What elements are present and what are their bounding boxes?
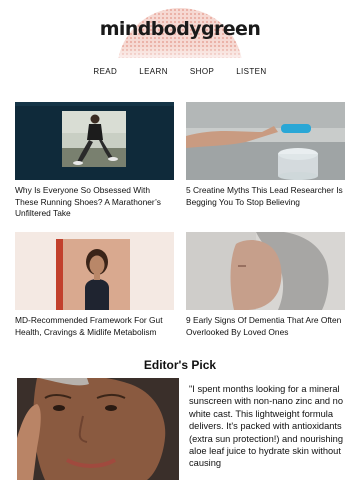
main-nav: READ LEARN SHOP LISTEN: [0, 67, 360, 76]
article-title[interactable]: MD-Recommended Framework For Gut Health,…: [15, 315, 174, 338]
article-title[interactable]: 9 Early Signs Of Dementia That Are Often…: [186, 315, 345, 338]
article-image-doctor-portrait[interactable]: [15, 232, 174, 310]
article-card-dementia[interactable]: 9 Early Signs Of Dementia That Are Often…: [186, 232, 345, 338]
site-logo[interactable]: mindbodygreen: [0, 18, 360, 40]
article-image-runner[interactable]: [15, 102, 174, 180]
article-image-creatine-scoop[interactable]: [186, 102, 345, 180]
article-title[interactable]: Why Is Everyone So Obsessed With These R…: [15, 185, 174, 220]
nav-item-shop[interactable]: SHOP: [190, 67, 214, 76]
nav-item-listen[interactable]: LISTEN: [236, 67, 266, 76]
editors-pick-quote: "I spent months looking for a mineral su…: [189, 384, 344, 469]
article-image-older-woman[interactable]: [186, 232, 345, 310]
nav-item-read[interactable]: READ: [93, 67, 117, 76]
article-card-gut-health[interactable]: MD-Recommended Framework For Gut Health,…: [15, 232, 174, 338]
article-card-running-shoes[interactable]: Why Is Everyone So Obsessed With These R…: [15, 102, 174, 220]
article-title[interactable]: 5 Creatine Myths This Lead Researcher Is…: [186, 185, 345, 208]
site-header: mindbodygreen: [0, 0, 360, 62]
nav-item-learn[interactable]: LEARN: [139, 67, 168, 76]
editors-pick-image[interactable]: [17, 378, 179, 480]
editors-pick-heading: Editor's Pick: [143, 358, 217, 372]
article-card-creatine[interactable]: 5 Creatine Myths This Lead Researcher Is…: [186, 102, 345, 208]
